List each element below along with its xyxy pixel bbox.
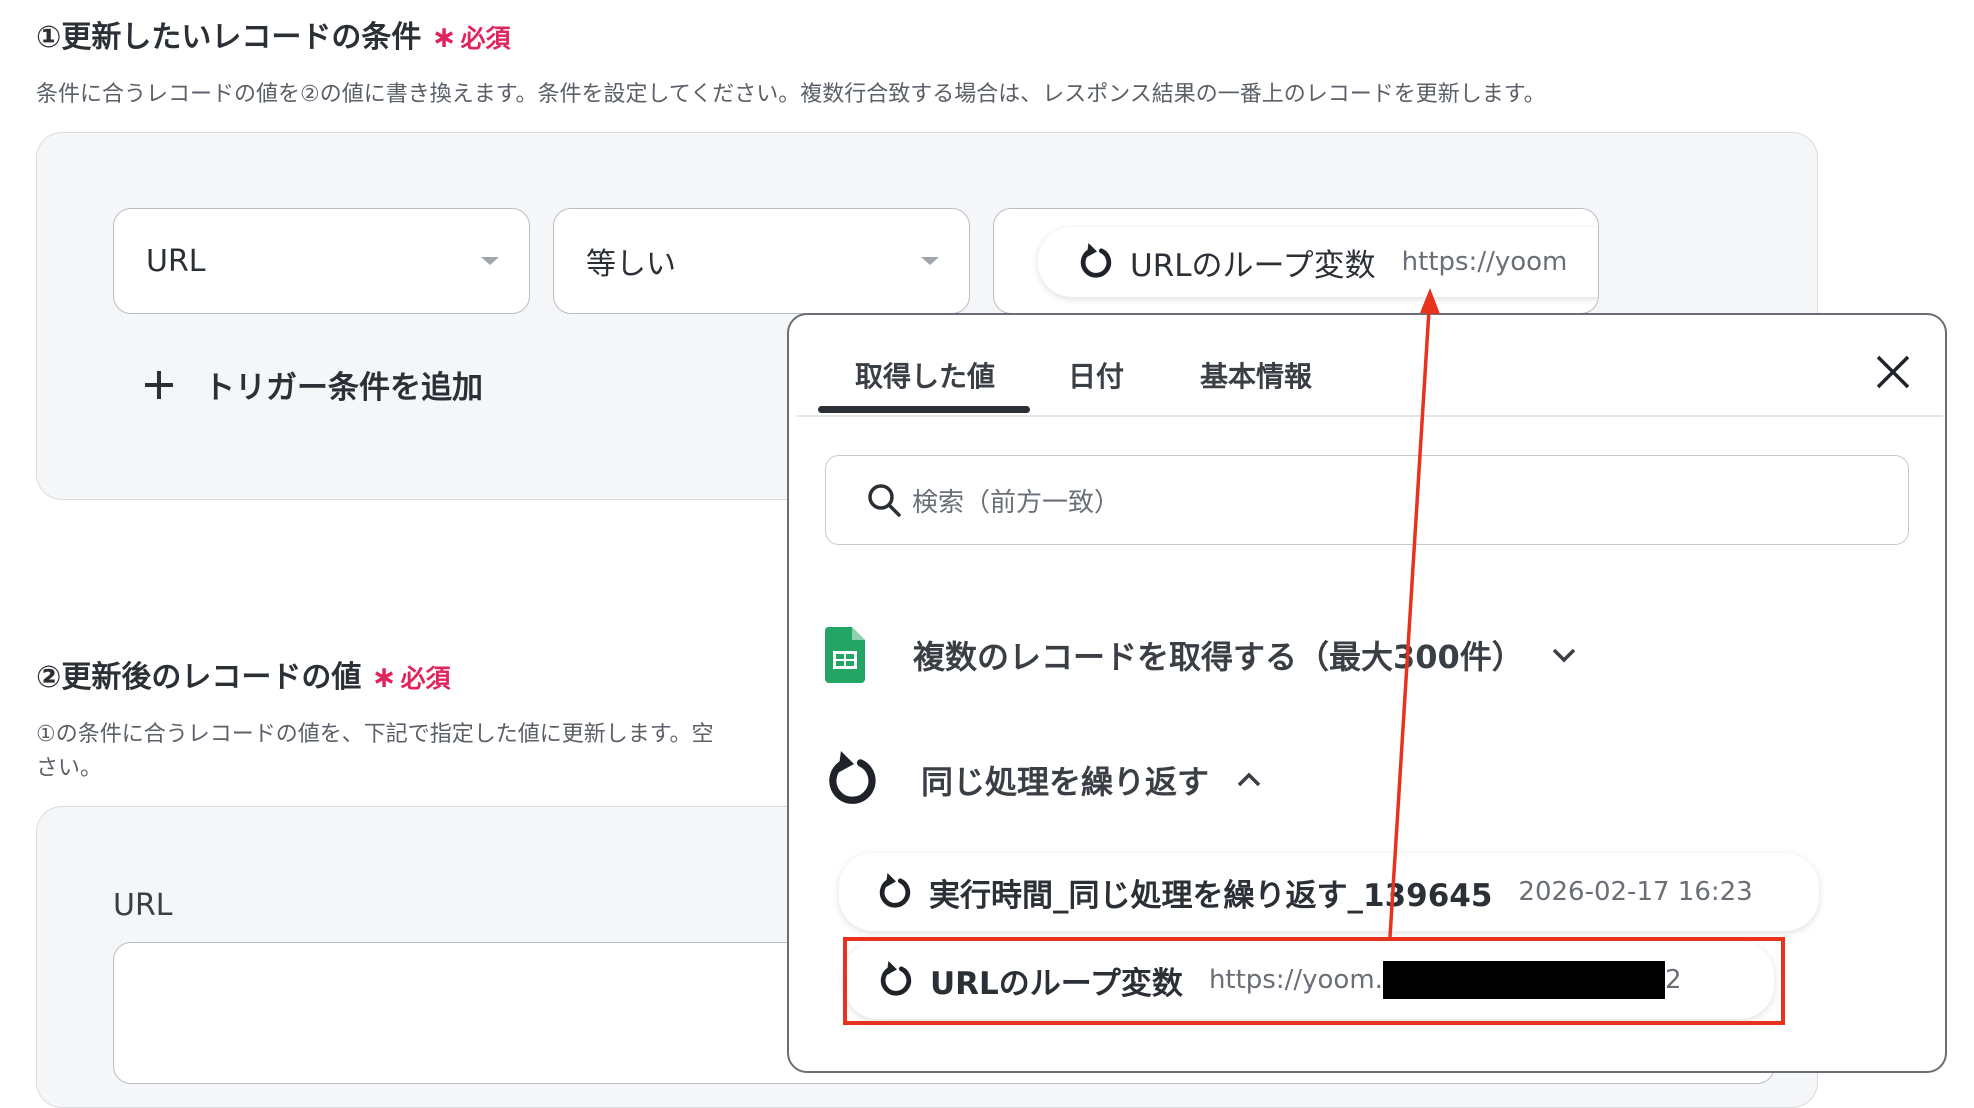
- loop-icon: [1080, 243, 1112, 278]
- section2-description-line2: さい。: [36, 756, 103, 781]
- tab-acquired-values[interactable]: 取得した値: [855, 355, 995, 395]
- add-condition-button[interactable]: トリガー条件を追加: [142, 362, 483, 407]
- operator-select[interactable]: 等しい: [553, 208, 970, 314]
- plus-icon: [145, 370, 173, 399]
- required-badge: ∗ 必須: [431, 20, 511, 55]
- section2-title: ②更新後のレコードの値 ∗ 必須: [36, 660, 451, 695]
- search-icon: [868, 484, 901, 517]
- section1-description: 条件に合うレコードの値を②の値に書き換えます。条件を設定してください。複数行合致…: [36, 82, 1546, 107]
- loop-icon: [829, 751, 876, 804]
- chevron-down-icon: [1552, 648, 1576, 663]
- value-chip[interactable]: URLのループ変数 https://yoom: [1038, 227, 1598, 297]
- active-tab-indicator: [818, 406, 1030, 413]
- required-asterisk-icon: ∗: [431, 20, 457, 55]
- list-item-url-loop-variable[interactable]: URLのループ変数 https://yoom. 2: [844, 941, 1774, 1019]
- section2-description-line1: ①の条件に合うレコードの値を、下記で指定した値に更新します。空: [36, 722, 714, 747]
- loop-icon: [880, 961, 912, 996]
- loop-icon: [879, 873, 911, 908]
- group-repeat-process[interactable]: 同じ処理を繰り返す: [825, 735, 1685, 825]
- tabs-divider: [797, 415, 1943, 417]
- chevron-up-icon: [1237, 772, 1261, 787]
- google-sheets-icon: [825, 627, 865, 683]
- value-picker-dropdown: 取得した値 日付 基本情報 検索（前方一致） 複数のレコードを取得する（最大30…: [787, 313, 1947, 1073]
- close-icon[interactable]: [1874, 353, 1912, 391]
- redaction-box: [1382, 961, 1665, 999]
- chevron-down-icon: [921, 257, 939, 265]
- tab-date[interactable]: 日付: [1068, 355, 1124, 395]
- section1-title: ①更新したいレコードの条件 ∗ 必須: [36, 20, 511, 55]
- list-item-execution-time[interactable]: 実行時間_同じ処理を繰り返す_139645 2026-02-17 16:23: [839, 853, 1819, 931]
- tab-basic-info[interactable]: 基本情報: [1200, 355, 1312, 395]
- required-asterisk-icon: ∗: [371, 660, 397, 695]
- field-select[interactable]: URL: [113, 208, 530, 314]
- group-get-records[interactable]: 複数のレコードを取得する（最大300件）: [825, 615, 1685, 695]
- search-input[interactable]: 検索（前方一致）: [825, 455, 1909, 545]
- required-badge: ∗ 必須: [371, 660, 451, 695]
- url-field-label: URL: [113, 888, 173, 923]
- value-input[interactable]: URLのループ変数 https://yoom: [993, 208, 1599, 314]
- chevron-down-icon: [481, 257, 499, 265]
